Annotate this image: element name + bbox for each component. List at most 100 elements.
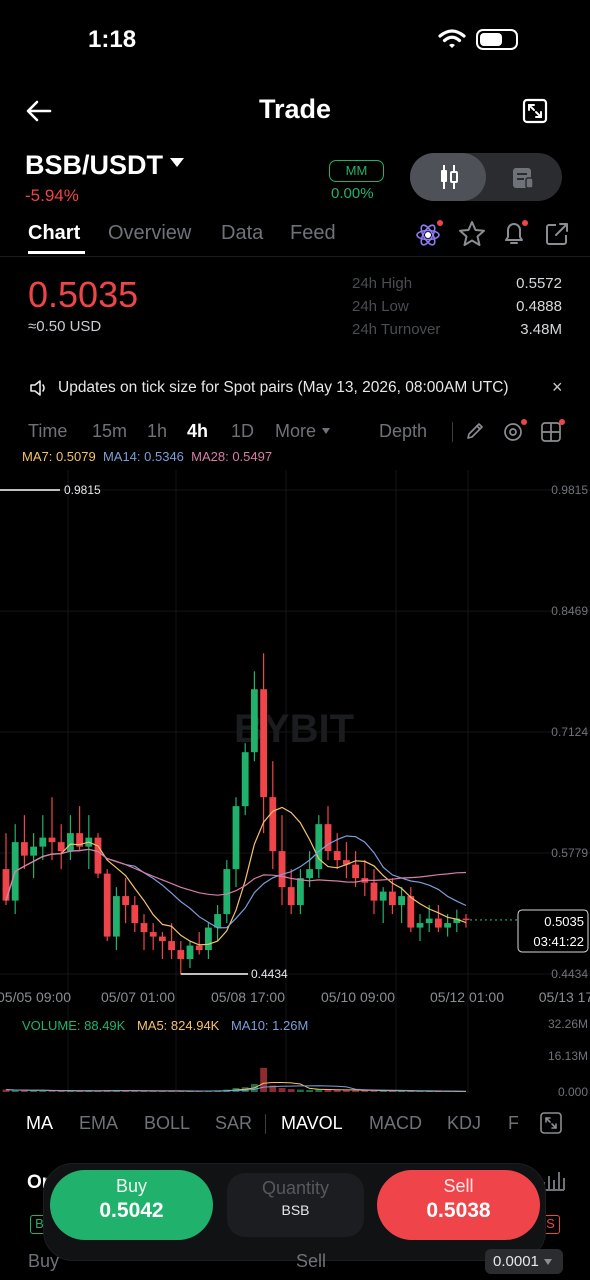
divider [452,422,453,442]
indicator-boll[interactable]: BOLL [144,1113,190,1134]
tab-data[interactable]: Data [221,222,263,245]
indicator-ma[interactable]: MA [26,1113,53,1134]
ai-assistant-icon[interactable] [414,219,444,249]
candle [168,941,175,951]
indicator-sar[interactable]: SAR [215,1113,252,1134]
volume-bar [343,1090,350,1092]
chevron-down-icon[interactable] [170,158,184,167]
candlestick-chart[interactable]: BYBIT 0.98150.84690.71240.57790.4434 05/… [0,470,590,1102]
candle [269,797,277,852]
volume-bar [39,1090,47,1092]
y-axis-label: 0.7124 [551,725,588,739]
order-book-icon[interactable] [512,167,534,189]
candle [278,851,286,888]
layout-grid-icon[interactable] [540,418,566,444]
candle [103,873,111,937]
quantity-input[interactable]: Quantity BSB [227,1173,364,1237]
candle [186,945,194,960]
x-axis-label: 05/08 17:00 [211,989,285,1005]
volume-bar [260,1067,267,1092]
pair-selector[interactable]: BSB/USDT [25,150,163,181]
indicator-expand-icon[interactable] [540,1112,562,1134]
candle [333,851,341,861]
candle [177,950,185,960]
orderbook-sell-header: Sell [296,1251,327,1271]
candle [131,905,139,924]
interval-1h[interactable]: 1h [147,421,167,442]
wifi-icon [438,29,466,48]
interval-1d[interactable]: 1D [231,421,254,442]
favorite-star-icon[interactable] [458,220,486,248]
price-alert-bell-icon[interactable] [500,218,530,248]
volume-legend-volume: VOLUME: 88.49K [22,1018,126,1033]
candle [223,869,231,915]
buy-button[interactable]: Buy 0.5042 [50,1170,213,1240]
ma-legend: MA7: 0.5079 MA14: 0.5346 MA28: 0.5497 [22,449,272,464]
buy-button-price: 0.5042 [99,1199,164,1222]
pencil-draw-icon[interactable] [465,421,485,441]
candle [370,882,378,901]
y-axis-label: 0.4434 [551,967,588,981]
orderbook-buy-header: Buy [28,1251,60,1271]
tab-chart[interactable]: Chart [28,222,80,245]
ma28-legend: MA28: 0.5497 [191,449,273,464]
sell-button[interactable]: Sell 0.5038 [377,1170,540,1240]
volume-bar [287,1089,295,1092]
interval-more[interactable]: More [275,421,316,442]
candle [30,846,37,856]
volume-legend-ma5: MA5: 824.94K [137,1018,220,1033]
interval-4h[interactable]: 4h [187,421,208,442]
mm-badge[interactable]: MM [329,160,384,182]
tab-feed[interactable]: Feed [290,222,336,245]
stat-label-24h-turnover: 24h Turnover [352,321,441,338]
close-icon[interactable]: × [552,377,563,398]
current-price-label: 0.5035 [544,914,584,929]
volume-bar [306,1089,313,1092]
volume-axis-label: 32.26M [548,1017,588,1031]
divider [265,1114,266,1134]
volume-legend: VOLUME: 88.49K MA5: 824.94K MA10: 1.26M [22,1018,308,1033]
interval-time[interactable]: Time [28,421,67,442]
notice-banner-text[interactable]: Updates on tick size for Spot pairs (May… [58,379,509,397]
indicator-mavol[interactable]: MAVOL [281,1113,343,1134]
pair-change: -5.94% [25,186,79,205]
candle [149,932,157,937]
y-axis-label: 0.9815 [551,483,588,497]
quantity-placeholder: Quantity [261,1178,330,1198]
candle [39,837,47,847]
candle [195,945,203,951]
candle [260,689,267,798]
volume-bar [11,1090,19,1092]
candle [214,914,221,928]
depth-button[interactable]: Depth [379,421,427,442]
volume-bar [333,1090,341,1092]
sell-button-price: 0.5038 [426,1199,491,1222]
page-title: Trade [258,94,332,124]
candle [398,896,405,906]
indicator-macd[interactable]: MACD [369,1113,422,1134]
candle [297,878,304,906]
fullscreen-icon[interactable] [522,98,548,124]
candle [67,833,74,852]
tab-overview[interactable]: Overview [108,222,191,245]
indicator-more[interactable]: F [508,1113,518,1134]
volume-bar [352,1090,359,1092]
interval-15m[interactable]: 15m [92,421,127,442]
candle [389,891,396,906]
candlestick-icon[interactable] [440,164,458,190]
share-icon[interactable] [544,221,570,247]
view-toggle[interactable] [410,153,562,201]
x-axis-label: 05/10 09:00 [321,989,395,1005]
battery-icon [476,29,518,50]
chevron-down-icon[interactable] [544,1259,552,1265]
usd-price: ≈0.50 USD [28,318,102,335]
x-axis-label: 05/12 01:00 [430,989,504,1005]
indicator-ema[interactable]: EMA [79,1113,118,1134]
chevron-down-icon[interactable] [322,428,330,434]
ma7-legend: MA7: 0.5079 [22,449,96,464]
indicator-settings-icon[interactable] [502,418,528,444]
volume-axis-label: 0.000 [558,1085,588,1099]
indicator-kdj[interactable]: KDJ [447,1113,481,1134]
candle [444,923,451,928]
y-axis-label: 0.8469 [551,604,588,618]
